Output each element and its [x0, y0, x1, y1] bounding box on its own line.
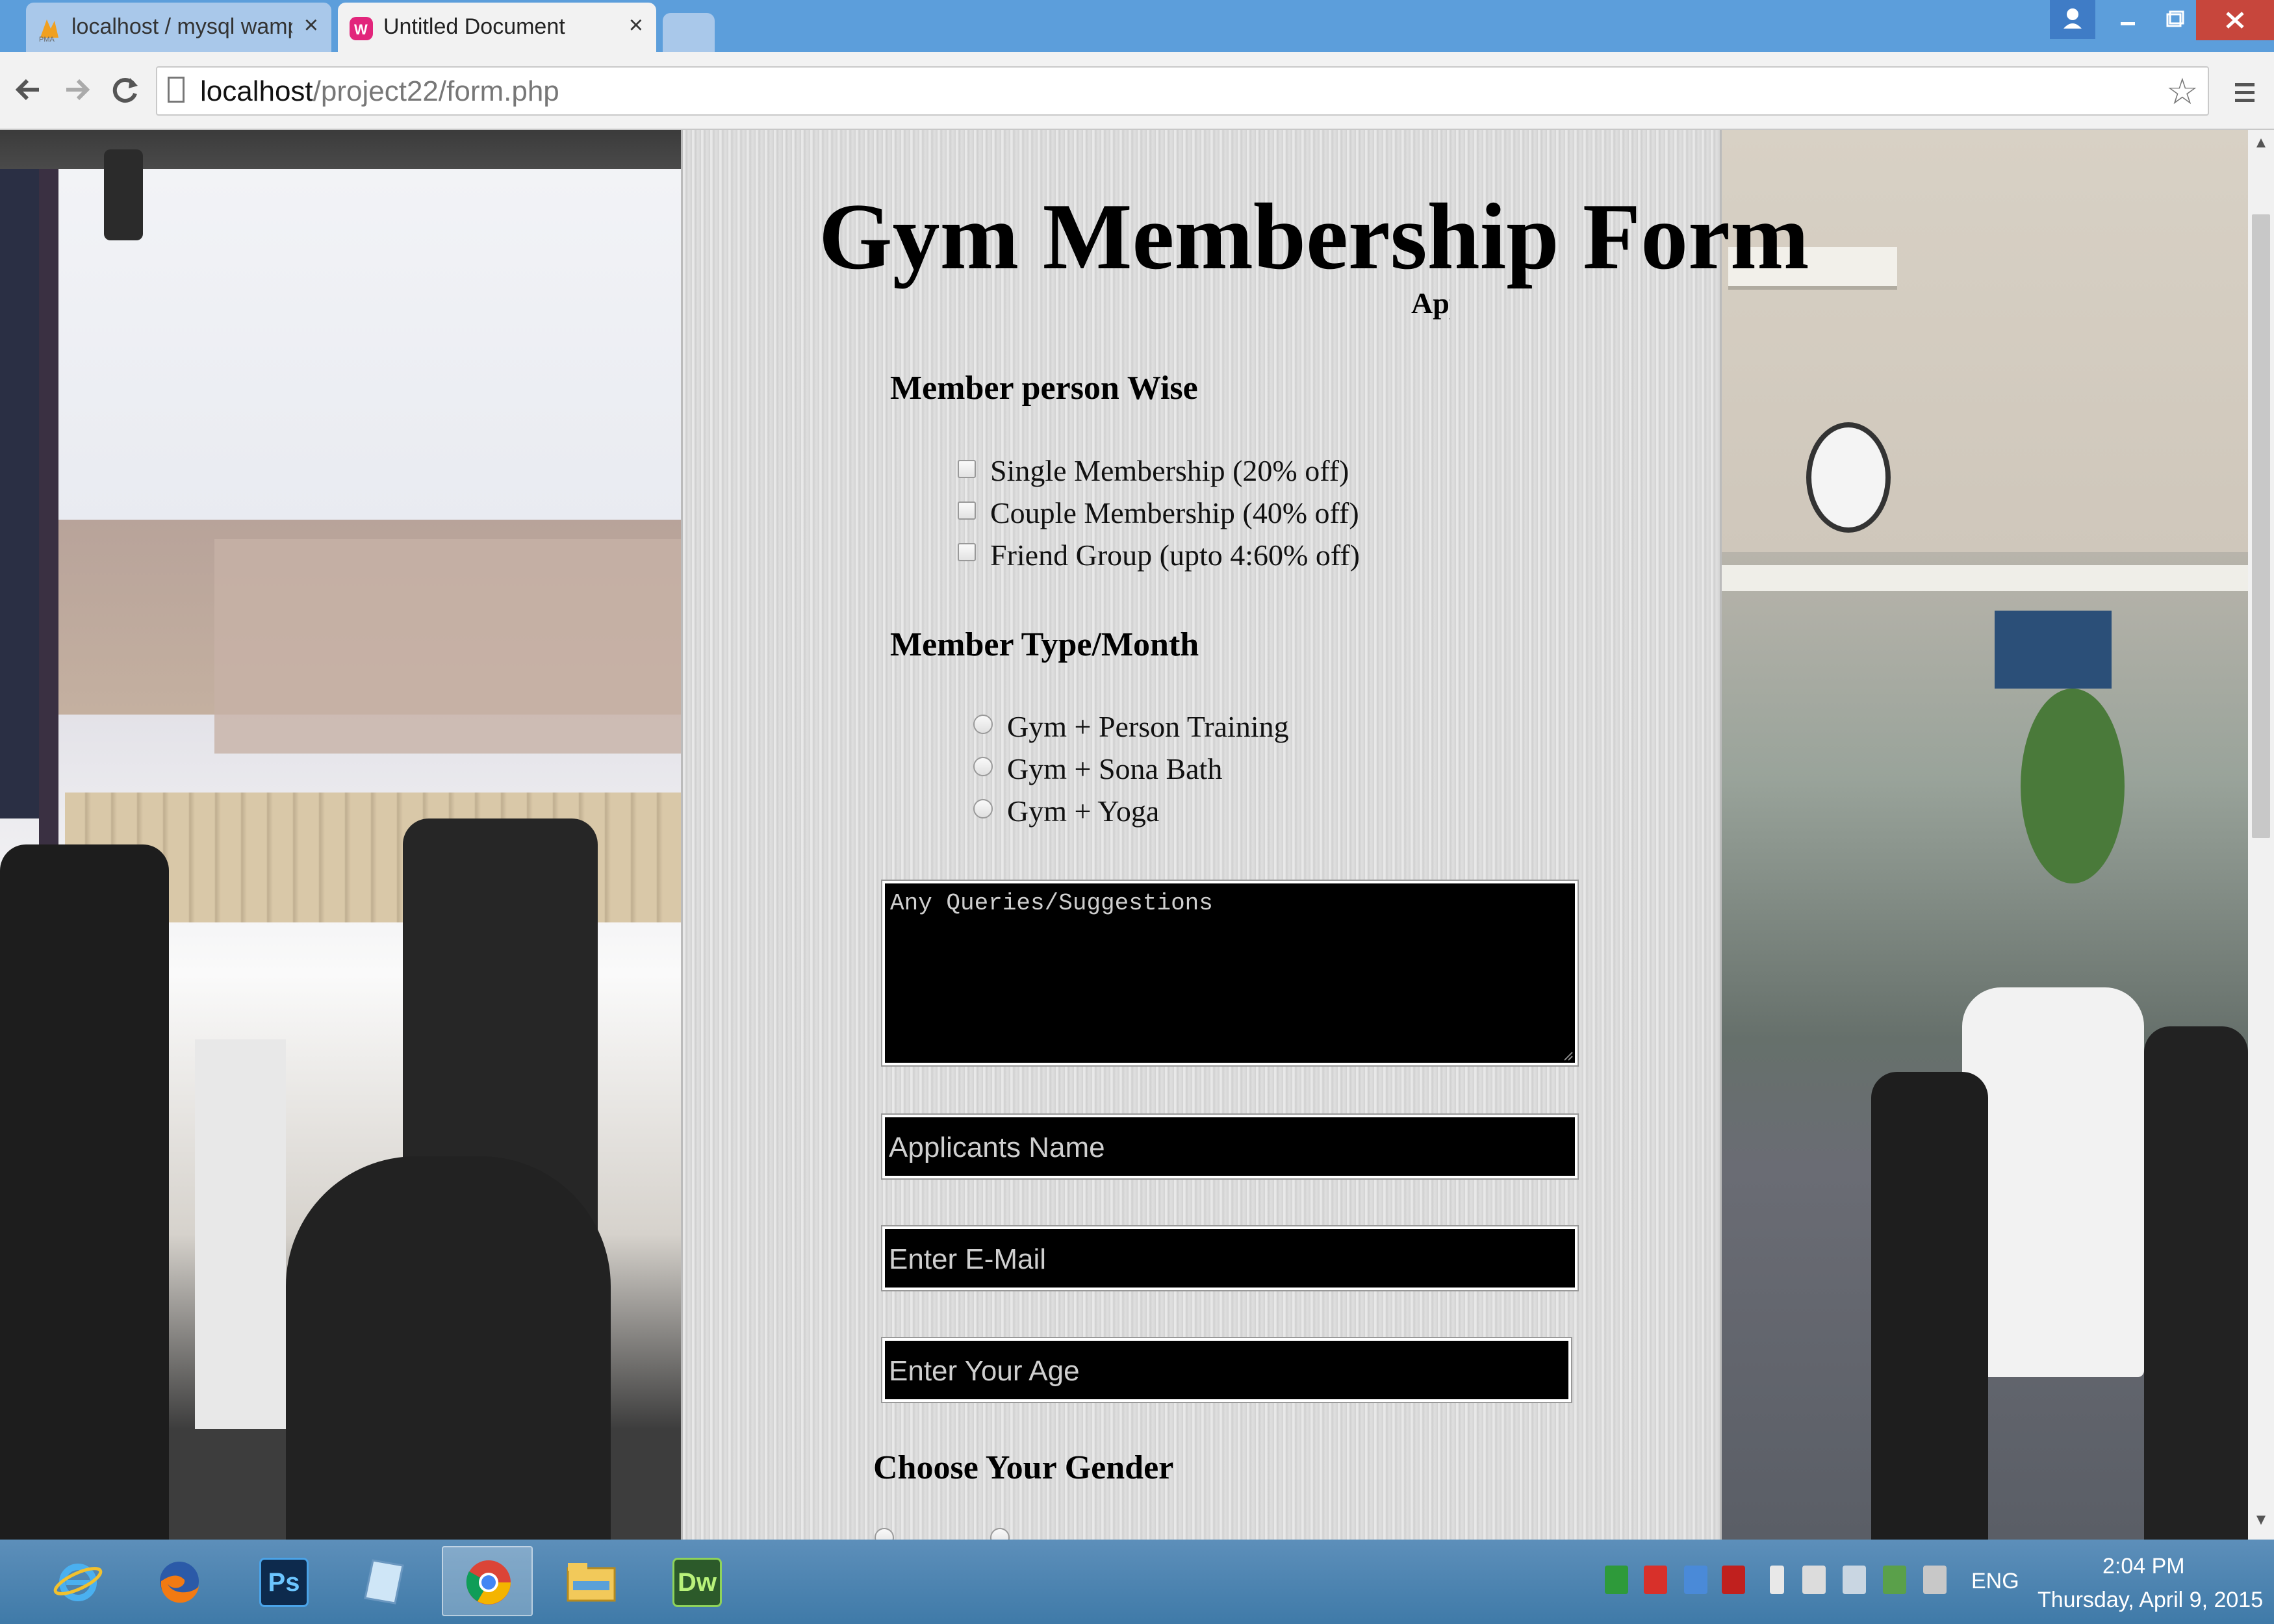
gym-yoga-label: Gym + Yoga	[1007, 794, 1160, 828]
svg-text:W: W	[354, 21, 368, 38]
address-bar[interactable]: localhost/project22/form.php ☆	[156, 66, 2209, 116]
close-window-button[interactable]	[2196, 0, 2274, 40]
language-indicator[interactable]: ENG	[1971, 1569, 2019, 1594]
volume-muted-icon[interactable]	[1923, 1566, 1947, 1594]
age-input[interactable]: Enter Your Age	[882, 1338, 1571, 1402]
close-icon[interactable]: ×	[304, 12, 318, 40]
url-text: localhost/project22/form.php	[200, 75, 559, 107]
marquee-text: Application	[1411, 286, 1450, 320]
email-input[interactable]: Enter E-Mail	[882, 1226, 1578, 1290]
phpmyadmin-icon: PMA	[36, 16, 62, 44]
resize-handle-icon[interactable]	[1562, 1050, 1574, 1061]
tab-title: localhost / mysql wampse	[71, 14, 292, 39]
dreamweaver-icon[interactable]: Dw	[650, 1546, 741, 1616]
gym-sona-bath-radio[interactable]	[973, 757, 993, 776]
friend-group-checkbox[interactable]	[958, 543, 976, 561]
tab-phpmyadmin[interactable]: PMA localhost / mysql wampse ×	[26, 3, 331, 52]
chrome-icon[interactable]	[442, 1546, 533, 1616]
restore-button[interactable]	[2151, 0, 2196, 39]
couple-membership-label: Couple Membership (40% off)	[990, 496, 1359, 529]
gym-room-background	[1722, 130, 2248, 1540]
clock-date[interactable]: Thursday, April 9, 2015	[2038, 1588, 2263, 1613]
photoshop-icon[interactable]: Ps	[236, 1546, 327, 1616]
tab-title: Untitled Document	[383, 14, 565, 39]
email-placeholder: Enter E-Mail	[889, 1243, 1047, 1275]
bookmark-star-icon[interactable]: ☆	[2166, 70, 2199, 113]
scroll-down-arrow-icon[interactable]: ▼	[2248, 1507, 2274, 1533]
single-membership-label: Single Membership (20% off)	[990, 454, 1349, 487]
single-membership-checkbox[interactable]	[958, 460, 976, 478]
scroll-up-arrow-icon[interactable]: ▲	[2248, 130, 2274, 156]
file-explorer-icon[interactable]	[546, 1546, 637, 1616]
friend-group-label: Friend Group (upto 4:60% off)	[990, 539, 1360, 572]
clock-time[interactable]: 2:04 PM	[2102, 1554, 2185, 1579]
gym-sona-bath-label: Gym + Sona Bath	[1007, 752, 1223, 785]
member-person-heading: Member person Wise	[890, 370, 1198, 407]
page-viewport: Gym Membership Form Application Member p…	[0, 130, 2248, 1540]
battery-icon[interactable]	[1770, 1566, 1784, 1594]
applicant-name-input[interactable]: Applicants Name	[882, 1115, 1578, 1178]
gym-yoga-radio[interactable]	[973, 799, 993, 818]
page-title: Gym Membership Form	[819, 184, 1809, 289]
tray-red-icon[interactable]	[1644, 1566, 1667, 1594]
back-button[interactable]	[9, 70, 48, 109]
action-center-icon[interactable]	[1802, 1566, 1826, 1594]
reload-button[interactable]	[105, 70, 144, 109]
globe-icon[interactable]	[1883, 1566, 1906, 1594]
user-icon[interactable]	[2050, 0, 2095, 39]
menu-icon[interactable]	[2229, 73, 2261, 112]
gym-person-training-radio[interactable]	[973, 715, 993, 734]
wamp-icon: W	[348, 16, 374, 42]
svg-text:PMA: PMA	[39, 36, 55, 42]
new-tab-button[interactable]	[663, 13, 715, 52]
adobe-reader-icon[interactable]	[1722, 1566, 1745, 1594]
age-placeholder: Enter Your Age	[889, 1355, 1080, 1387]
notepad-icon[interactable]	[338, 1546, 429, 1616]
minimize-button[interactable]	[2105, 0, 2151, 39]
gender-heading: Choose Your Gender	[873, 1449, 1174, 1486]
queries-placeholder: Any Queries/Suggestions	[890, 890, 1213, 917]
form-panel	[681, 130, 1722, 1540]
scrollbar-thumb[interactable]	[2252, 214, 2270, 838]
couple-membership-checkbox[interactable]	[958, 501, 976, 520]
forward-button[interactable]	[57, 70, 96, 109]
signal-icon[interactable]	[1843, 1566, 1866, 1594]
tray-green-icon[interactable]	[1605, 1566, 1628, 1594]
firefox-icon[interactable]	[134, 1546, 225, 1616]
queries-textarea[interactable]: Any Queries/Suggestions	[882, 881, 1578, 1065]
page-icon	[168, 77, 185, 103]
applicant-name-placeholder: Applicants Name	[889, 1132, 1105, 1163]
tray-network-icon[interactable]	[1684, 1566, 1707, 1594]
close-icon[interactable]: ×	[629, 12, 643, 40]
member-type-heading: Member Type/Month	[890, 626, 1199, 663]
internet-explorer-icon[interactable]	[32, 1546, 123, 1616]
gym-window-background	[0, 130, 681, 1540]
tab-untitled-document[interactable]: W Untitled Document ×	[338, 3, 656, 52]
gym-person-training-label: Gym + Person Training	[1007, 710, 1289, 743]
